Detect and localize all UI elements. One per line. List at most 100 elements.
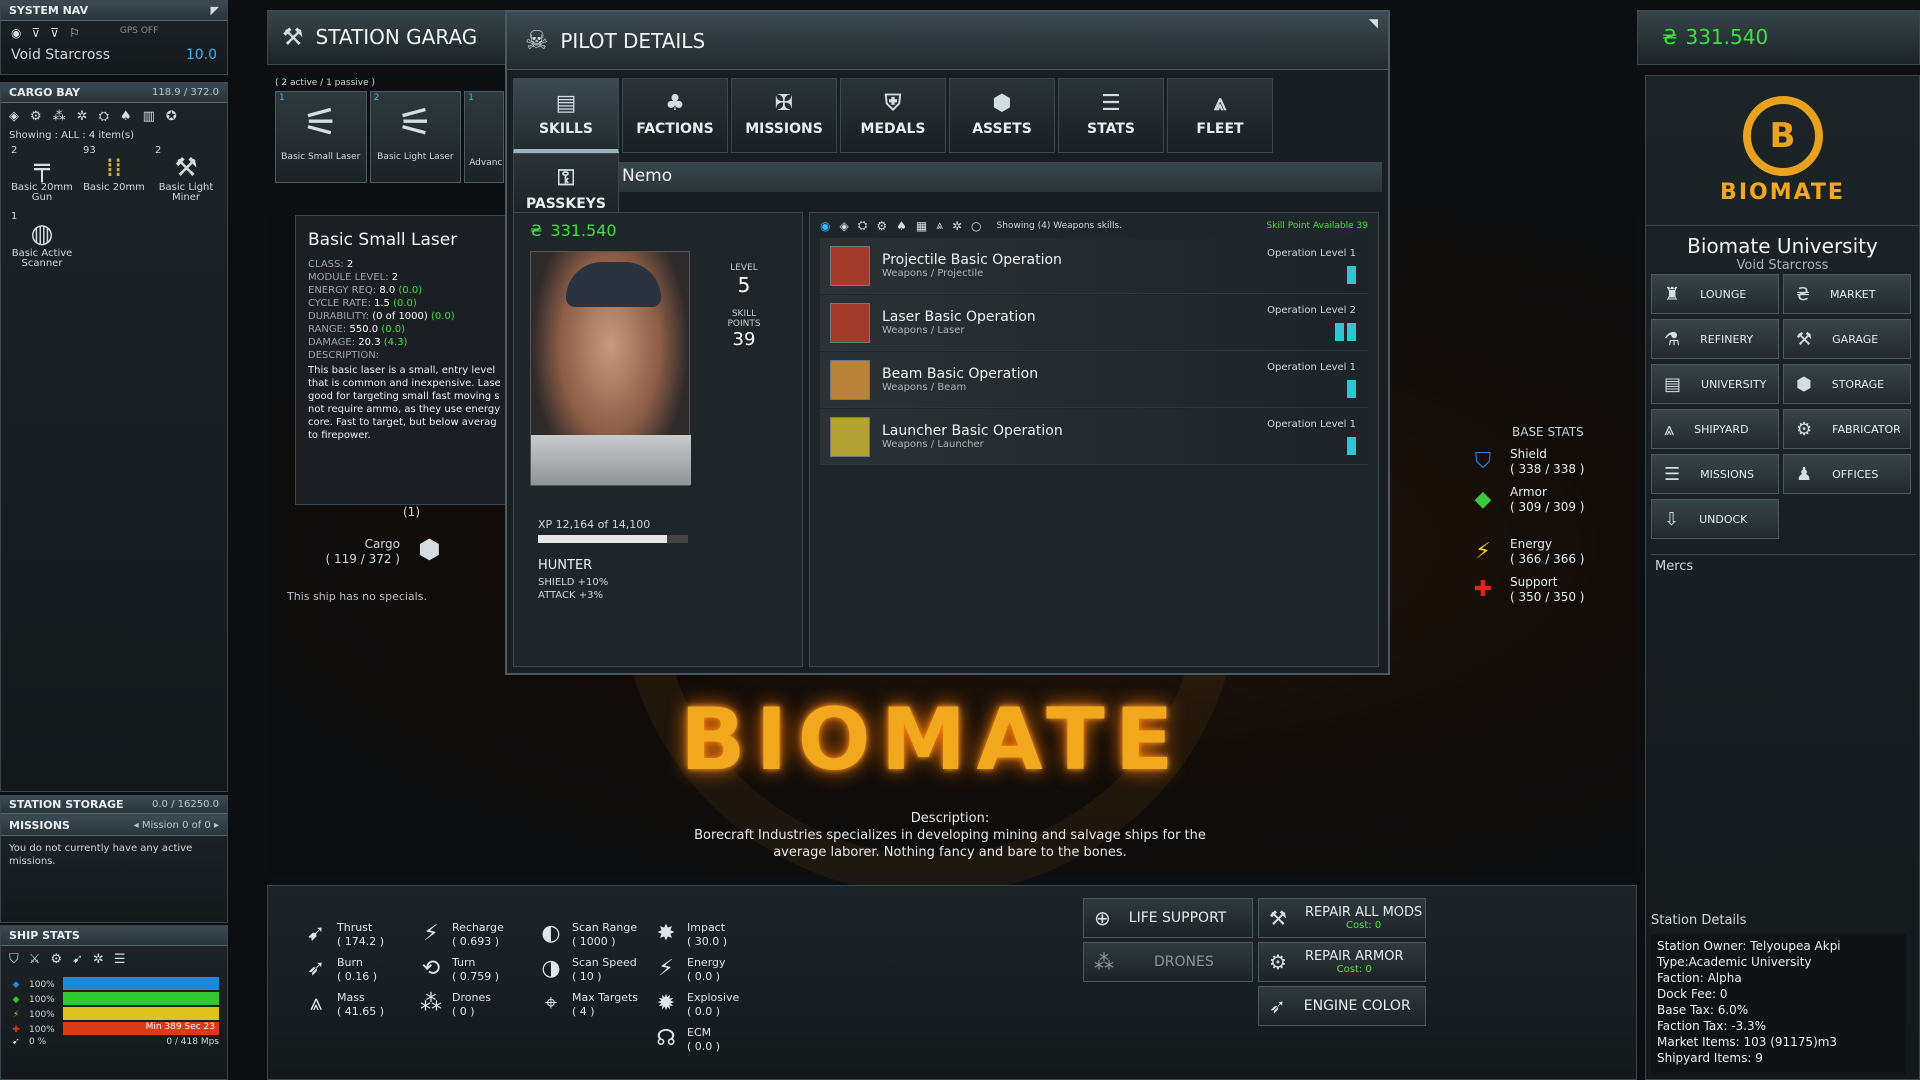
- list-icon[interactable]: ☰: [114, 952, 126, 967]
- settings-icon[interactable]: ⚙: [50, 952, 62, 967]
- energy-icon: ⚡: [1475, 538, 1491, 564]
- gps-status[interactable]: GPS OFF: [120, 26, 158, 40]
- garage-module-strip: ( 2 active / 1 passive ) 1 ⚟ Basic Small…: [267, 75, 512, 190]
- tab-assets[interactable]: ⬢ ASSETS: [949, 78, 1055, 153]
- cargo-item[interactable]: 1 ◍ Basic Active Scanner: [9, 211, 75, 271]
- undock-button[interactable]: ⇩ UNDOCK: [1651, 499, 1779, 539]
- module-slot[interactable]: 2 ⚟ Basic Light Laser: [369, 91, 462, 183]
- missions-button[interactable]: ☰ MISSIONS: [1651, 454, 1779, 494]
- filter-mining-icon[interactable]: ⛭: [858, 218, 868, 233]
- recharge-icon: ⚡: [423, 921, 439, 946]
- filter-mining-icon[interactable]: ✲: [77, 109, 88, 124]
- filter-all-icon[interactable]: ◈: [9, 109, 19, 124]
- module-slot[interactable]: 1 ⚟ Basic Small Laser: [275, 91, 367, 183]
- stat-key: MODULE LEVEL:: [308, 272, 389, 283]
- mission-pager-text: Mission 0 of 0: [141, 820, 211, 831]
- cargo-item[interactable]: 2 ⚒ Basic Light Miner: [153, 145, 219, 205]
- repair-all-mods-button[interactable]: ⚒ REPAIR ALL MODS Cost: 0: [1258, 898, 1426, 938]
- repair-armor-button[interactable]: ⚙ REPAIR ARMOR Cost: 0: [1258, 942, 1426, 982]
- tab-factions[interactable]: ♣ FACTIONS: [622, 78, 728, 153]
- skill-row[interactable]: Launcher Basic Operation Weapons / Launch…: [820, 409, 1368, 465]
- support-pct: 100%: [29, 1024, 55, 1035]
- target-icon[interactable]: ◉: [11, 26, 21, 40]
- energy-pct: 100%: [29, 1009, 55, 1020]
- turn-icon: ⟲: [421, 956, 441, 981]
- cargo-item[interactable]: 93 ⁞⁞ Basic 20mm: [81, 145, 147, 205]
- station-storage-bar[interactable]: STATION STORAGE 0.0 / 16250.0: [0, 795, 228, 815]
- garage-title: STATION GARAG: [315, 25, 478, 49]
- tab-missions[interactable]: ✠ MISSIONS: [731, 78, 837, 153]
- skill-pip: [1347, 437, 1356, 455]
- lounge-label: LOUNGE: [1700, 287, 1747, 301]
- base-stats: BASE STATS ⛉ Shield( 338 / 338 ) ◆ Armor( …: [1470, 425, 1630, 645]
- stat-name: Max Targets: [572, 991, 638, 1004]
- no-specials-text: This ship has no specials.: [287, 590, 427, 603]
- stat-name: Explosive: [687, 991, 740, 1004]
- collapse-icon[interactable]: ◤: [211, 4, 219, 17]
- skill-row[interactable]: Laser Basic Operation Weapons / Laser Ope…: [820, 295, 1368, 351]
- armor-icon[interactable]: ⚔: [29, 952, 41, 967]
- filter-misc-icon[interactable]: ○: [971, 219, 981, 233]
- filter-defense-icon[interactable]: ⚙: [876, 219, 887, 233]
- shield-small-icon: ◆: [12, 979, 20, 990]
- energy-small-icon: ⚡: [12, 1009, 20, 1020]
- filter-weapons-icon[interactable]: ⚙: [30, 109, 42, 124]
- shield-icon[interactable]: ⛉: [9, 952, 19, 967]
- university-label: UNIVERSITY: [1701, 377, 1767, 391]
- ship-description-text: Borecraft Industries specializes in deve…: [694, 828, 1206, 860]
- skill-row[interactable]: Projectile Basic Operation Weapons / Proj…: [820, 238, 1368, 294]
- miner-icon: ⚒: [174, 153, 198, 183]
- thrust-icon[interactable]: ➹: [72, 952, 83, 967]
- tab-label: MISSIONS: [745, 121, 823, 137]
- market-button[interactable]: ₴ MARKET: [1783, 274, 1911, 314]
- stat-value: ( 30.0 ): [687, 935, 728, 948]
- tab-skills[interactable]: ▤ SKILLS: [513, 78, 619, 153]
- waypoint-icon[interactable]: ⚐: [69, 26, 80, 40]
- gear-icon[interactable]: ✲: [93, 952, 104, 967]
- drones-button[interactable]: ⁂ DRONES: [1083, 942, 1253, 982]
- repair-armor-label: REPAIR ARMOR: [1304, 949, 1404, 964]
- filter-other-icon[interactable]: ✪: [166, 109, 177, 124]
- filter-ore-icon[interactable]: ♠: [896, 219, 907, 233]
- fabricator-label: FABRICATOR: [1832, 422, 1901, 436]
- university-button[interactable]: ▤ UNIVERSITY: [1651, 364, 1779, 404]
- shipyard-button[interactable]: ⩓ SHIPYARD: [1651, 409, 1779, 449]
- tab-medals[interactable]: ⛨ MEDALS: [840, 78, 946, 153]
- skill-row[interactable]: Beam Basic Operation Weapons / Beam Opera…: [820, 352, 1368, 408]
- skill-pip: [1335, 323, 1344, 341]
- filter-ore-icon[interactable]: ♠: [120, 109, 132, 124]
- tab-fleet[interactable]: ⩓ FLEET: [1167, 78, 1273, 153]
- filter-eye-icon[interactable]: ◉: [820, 219, 830, 233]
- filter-list-icon[interactable]: ▦: [916, 219, 927, 233]
- lounge-button[interactable]: ♜ LOUNGE: [1651, 274, 1779, 314]
- module-slot[interactable]: 1 Advanc: [464, 91, 505, 183]
- filter-ammo-icon[interactable]: ⁂: [53, 109, 66, 124]
- stat-delta: (0.0): [381, 324, 406, 335]
- garage-button[interactable]: ⚒ GARAGE: [1783, 319, 1911, 359]
- engine-color-button[interactable]: ➶ ENGINE COLOR: [1258, 986, 1426, 1026]
- storage-button[interactable]: ⬢ STORAGE: [1783, 364, 1911, 404]
- plus-circle-icon: ⊕: [1094, 906, 1111, 930]
- stat-value: ( 0.0 ): [687, 970, 721, 983]
- refinery-button[interactable]: ⚗ REFINERY: [1651, 319, 1779, 359]
- fabricator-button[interactable]: ⚙ FABRICATOR: [1783, 409, 1911, 449]
- cargo-item[interactable]: 2 ╤ Basic 20mm Gun: [9, 145, 75, 205]
- mission-pager[interactable]: ◂ Mission 0 of 0 ▸: [134, 820, 219, 831]
- pilot-credits-value: 331.540: [550, 221, 617, 240]
- missions-label: MISSIONS: [1700, 467, 1754, 481]
- skill-points-label: SKILL POINTS: [727, 309, 761, 329]
- filter-misc-icon[interactable]: ▥: [143, 109, 155, 124]
- filter-scanner-icon[interactable]: ⛭: [99, 109, 109, 124]
- filter-alt-icon[interactable]: ⊽: [50, 26, 59, 40]
- offices-button[interactable]: ♟ OFFICES: [1783, 454, 1911, 494]
- stat-value: 550.0: [349, 324, 379, 335]
- slot-number: 2: [373, 93, 380, 103]
- close-icon[interactable]: ◥: [1369, 16, 1378, 30]
- filter-weapons-icon[interactable]: ◈: [839, 219, 848, 233]
- filter-icon[interactable]: ⊽: [31, 26, 40, 40]
- tab-stats[interactable]: ☰ STATS: [1058, 78, 1164, 153]
- offices-icon: ♟: [1796, 463, 1813, 485]
- filter-fleet-icon[interactable]: ⩓: [936, 218, 943, 233]
- life-support-button[interactable]: ⊕ LIFE SUPPORT: [1083, 898, 1253, 938]
- filter-gear-icon[interactable]: ✲: [952, 219, 962, 233]
